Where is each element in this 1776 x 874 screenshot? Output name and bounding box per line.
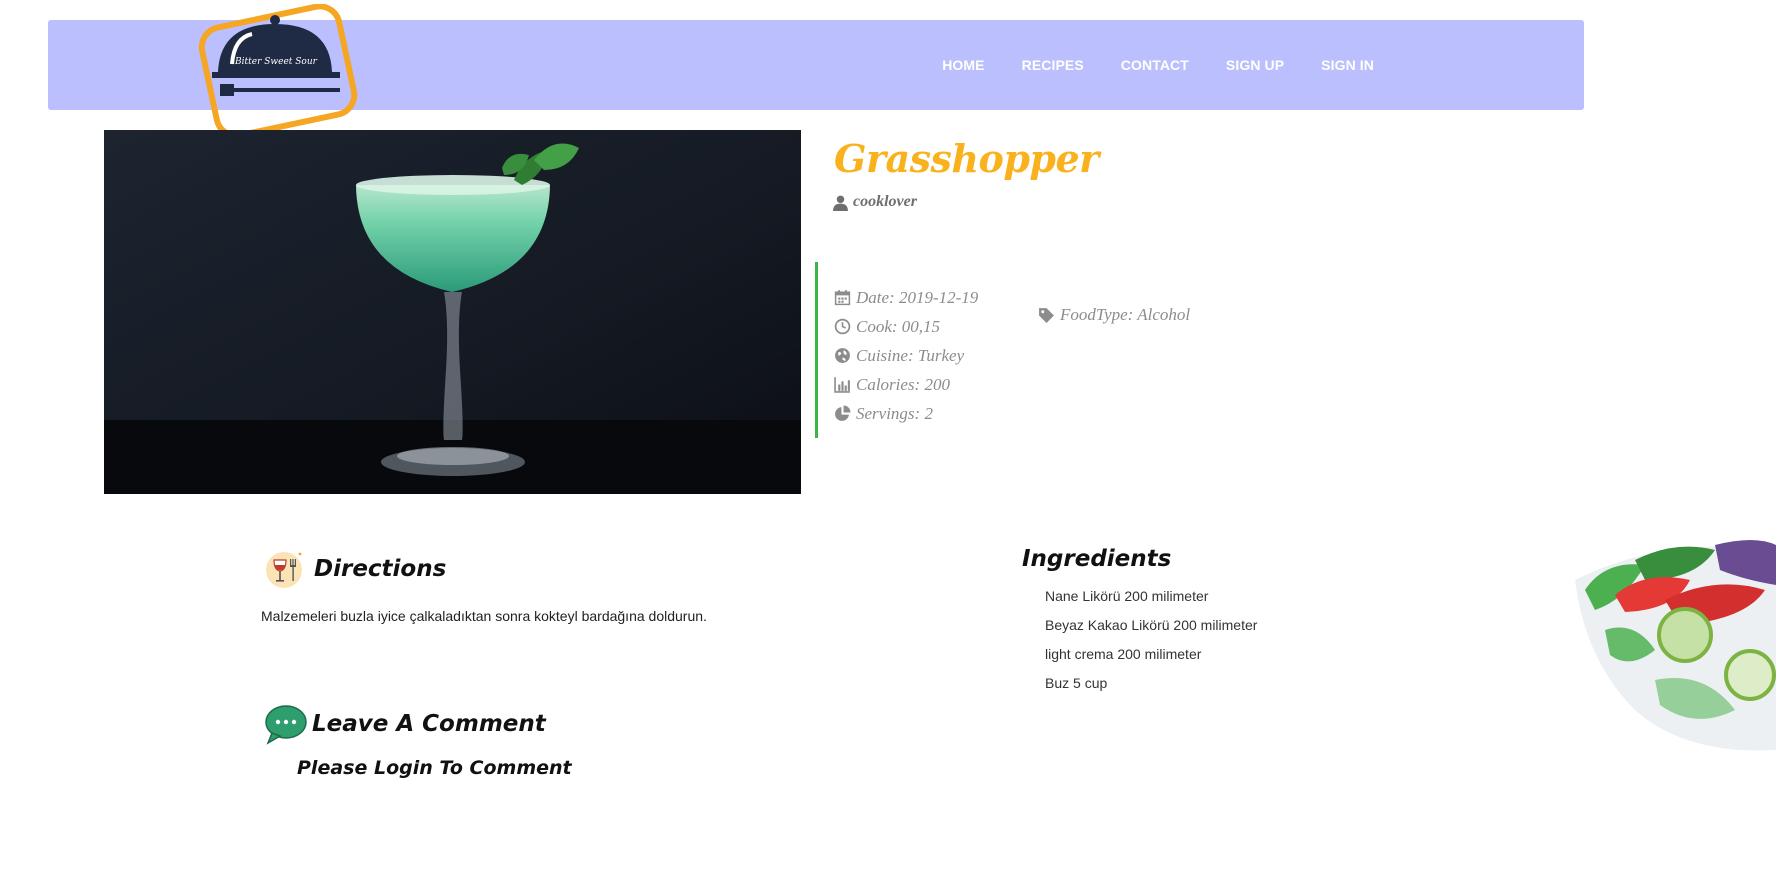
meta-date-text: Date: 2019-12-19	[856, 287, 979, 307]
nav-recipes-link[interactable]: RECIPES	[1022, 57, 1084, 73]
salad-bowl-image	[1575, 540, 1776, 751]
meta-foodtype-text: FoodType: Alcohol	[1060, 305, 1191, 324]
tag-icon	[1039, 307, 1054, 323]
recipe-photo	[104, 130, 801, 494]
recipe-meta-list: Date: 2019-12-19 Cook: 00,15 Cuisine: Tu…	[834, 283, 978, 428]
meta-cook-text: Cook: 00,15	[856, 316, 941, 336]
comments-heading: Leave A Comment	[264, 703, 546, 745]
ingredient-item: Beyaz Kakao Likörü 200 milimeter	[1045, 617, 1258, 633]
meta-cuisine-text: Cuisine: Turkey	[856, 345, 965, 365]
clock-icon	[834, 318, 851, 335]
author-name: cooklover	[853, 193, 917, 210]
meta-servings-text: Servings: 2	[856, 403, 933, 423]
meta-cook: Cook: 00,15	[834, 312, 978, 341]
svg-text:Bitter Sweet Sour: Bitter Sweet Sour	[234, 57, 318, 67]
ingredient-item: Buz 5 cup	[1045, 675, 1108, 691]
meta-foodtype: FoodType: Alcohol	[1038, 305, 1190, 325]
ingredient-item: Nane Likörü 200 milimeter	[1045, 588, 1209, 604]
globe-icon	[835, 348, 850, 363]
wine-fork-icon	[266, 552, 302, 588]
site-logo[interactable]: Bitter Sweet Sour	[190, 4, 365, 134]
directions-heading: Directions	[264, 548, 446, 590]
recipe-author[interactable]: cooklover	[832, 193, 917, 211]
meta-date: Date: 2019-12-19	[834, 283, 978, 312]
directions-text: Malzemeleri buzla iyice çalkaladıktan so…	[261, 608, 707, 624]
meta-cuisine: Cuisine: Turkey	[834, 341, 978, 370]
speech-bubble-icon	[265, 705, 307, 745]
directions-title: Directions	[314, 556, 447, 582]
nav-links: HOME RECIPES CONTACT SIGN UP SIGN IN	[905, 20, 1374, 110]
meta-accent-bar	[815, 262, 818, 438]
bar-chart-icon	[834, 377, 850, 393]
ingredients-heading: Ingredients	[1022, 546, 1171, 572]
nav-signin-link[interactable]: SIGN IN	[1321, 57, 1374, 73]
calendar-icon	[834, 290, 851, 306]
meta-servings: Servings: 2	[834, 399, 978, 428]
user-icon	[833, 195, 848, 211]
nav-home-link[interactable]: HOME	[942, 57, 984, 73]
ingredients-title: Ingredients	[1022, 546, 1172, 572]
pie-chart-icon	[835, 405, 851, 421]
login-to-comment-message: Please Login To Comment	[297, 757, 572, 779]
ingredients-list: Nane Likörü 200 milimeter Beyaz Kakao Li…	[1045, 580, 1257, 696]
meta-calories-text: Calories: 200	[856, 374, 950, 394]
nav-signup-link[interactable]: SIGN UP	[1226, 57, 1284, 73]
comments-title: Leave A Comment	[312, 711, 546, 737]
ingredient-item: light crema 200 milimeter	[1045, 646, 1202, 662]
recipe-title: Grasshopper	[834, 136, 1099, 181]
nav-contact-link[interactable]: CONTACT	[1121, 57, 1189, 73]
meta-calories: Calories: 200	[834, 370, 978, 399]
